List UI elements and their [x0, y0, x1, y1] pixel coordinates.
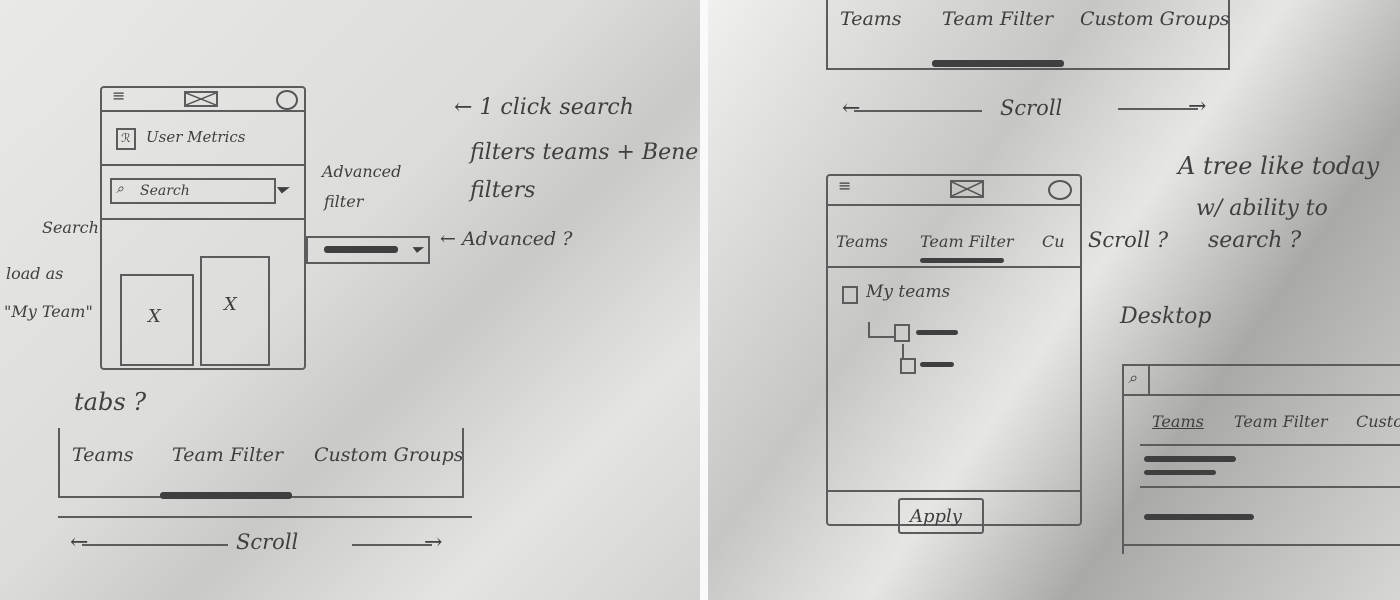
logo-placeholder-icon: [184, 91, 218, 107]
search-icon: ⌕: [116, 181, 124, 197]
profile-avatar-icon[interactable]: [276, 90, 298, 110]
advanced-filter-note: filter: [324, 192, 364, 211]
search-input-divider: [1148, 366, 1150, 394]
desktop-list-item: [1144, 456, 1236, 462]
my-teams-label: My teams: [866, 282, 951, 302]
tab-custom-groups[interactable]: Custom Groups: [314, 444, 464, 466]
scroll-arrow-left-line: [82, 544, 228, 546]
user-metrics-label: User Metrics: [146, 128, 246, 146]
tab-teams[interactable]: Teams: [72, 444, 134, 466]
tree-node-checkbox[interactable]: [900, 358, 916, 374]
tree-note: w/ ability to: [1196, 196, 1328, 221]
scroll-right-arrow-icon: →: [424, 530, 443, 555]
search-row-divider: [102, 218, 304, 220]
advanced-filter-funnel-icon[interactable]: ⏷: [410, 240, 423, 260]
load-as-note: "My Team": [4, 302, 93, 321]
desktop-list-item: [1144, 470, 1216, 475]
phone-footer-divider: [828, 490, 1080, 492]
hamburger-menu-icon[interactable]: ≡: [838, 176, 851, 195]
one-click-search-note: filters: [470, 178, 536, 203]
phone-header-divider: [828, 204, 1080, 206]
tabs-strip-top: Teams Team Filter Custom Groups: [826, 0, 1230, 70]
scroll-arrow-right-line: [1118, 108, 1198, 110]
desktop-search-input[interactable]: ⌕: [1124, 366, 1400, 396]
search-icon: ⌕: [1128, 368, 1137, 387]
tab-team-filter[interactable]: Team Filter: [1234, 412, 1328, 431]
scroll-left-arrow-icon: ←: [70, 530, 89, 555]
tab-custom-groups[interactable]: Cu: [1042, 232, 1065, 251]
filter-funnel-icon[interactable]: ⏷: [274, 180, 288, 201]
search-placeholder: Search: [140, 183, 190, 199]
apply-label: Apply: [910, 506, 962, 527]
one-click-search-note: filters teams + Bene: [470, 140, 699, 165]
tree-node-label: [916, 330, 958, 335]
desktop-note: Desktop: [1120, 304, 1212, 329]
one-click-search-note: ← 1 click search: [454, 95, 634, 120]
active-tab-indicator: [932, 60, 1064, 67]
desktop-tabs-divider: [1140, 444, 1400, 446]
tabs-question-note: tabs ?: [74, 388, 147, 416]
logo-placeholder-icon: [950, 180, 984, 198]
advanced-search-text: [324, 246, 398, 253]
user-icon: ℛ: [116, 128, 136, 150]
tab-custom-groups[interactable]: Custom Groups: [1080, 8, 1230, 30]
phone-wireframe: ≡ ℛ User Metrics ⌕ Search ⏷ X X: [100, 86, 306, 370]
tabs-strip: Teams Team Filter Custom Groups: [58, 428, 464, 499]
desktop-list-item: [1144, 514, 1254, 520]
team-tile[interactable]: X: [120, 274, 194, 366]
scroll-arrow-left-line: [854, 110, 982, 112]
apply-button[interactable]: Apply: [898, 498, 984, 534]
tab-custom-groups[interactable]: Custo: [1356, 412, 1400, 431]
hamburger-menu-icon[interactable]: ≡: [112, 86, 125, 105]
scroll-left-arrow-icon: ←: [842, 96, 861, 121]
profile-avatar-icon[interactable]: [1048, 180, 1072, 200]
tab-team-filter[interactable]: Team Filter: [920, 232, 1014, 251]
active-tab-indicator: [160, 492, 292, 499]
tab-team-filter[interactable]: Team Filter: [172, 444, 283, 466]
tree-connector: [868, 336, 896, 338]
tree-note: search ?: [1208, 228, 1302, 253]
desktop-wireframe: ⌕ Teams Team Filter Custo: [1122, 364, 1400, 554]
tab-teams[interactable]: Teams: [836, 232, 888, 251]
advanced-search-input[interactable]: ⏷: [306, 236, 430, 264]
advanced-filter-note: Advanced: [322, 162, 402, 181]
user-row-divider: [102, 164, 304, 166]
scroll-note: Scroll: [1000, 96, 1063, 120]
team-tile[interactable]: X: [200, 256, 270, 366]
tile-mark: X: [224, 294, 237, 315]
left-sketch-sheet: ≡ ℛ User Metrics ⌕ Search ⏷ X X ← 1 clic…: [0, 0, 700, 600]
search-input[interactable]: ⌕ Search: [110, 178, 276, 204]
scroll-right-arrow-icon: →: [1188, 94, 1207, 119]
search-arrow-note: Search: [42, 218, 99, 237]
phone-wireframe: ≡ Teams Team Filter Cu My teams: [826, 174, 1082, 526]
tabs-strip-bottom-line: [58, 516, 472, 518]
tree-node-label: [920, 362, 954, 367]
tree-node-checkbox[interactable]: [894, 324, 910, 342]
advanced-question-note: ← Advanced ?: [440, 228, 573, 250]
desktop-row-divider: [1124, 544, 1400, 546]
active-tab-indicator: [920, 258, 1004, 263]
load-as-note: load as: [6, 264, 64, 283]
desktop-row-divider: [1140, 486, 1400, 488]
tile-mark: X: [148, 306, 161, 327]
tab-team-filter[interactable]: Team Filter: [942, 8, 1053, 30]
sheet-gap: [700, 0, 708, 600]
scroll-note: Scroll: [236, 530, 299, 554]
phone-tabs-divider: [828, 266, 1080, 268]
tab-teams[interactable]: Teams: [1152, 412, 1204, 431]
scroll-question-note: Scroll ?: [1088, 228, 1169, 252]
right-sketch-sheet: Teams Team Filter Custom Groups ← Scroll…: [708, 0, 1400, 600]
phone-header-divider: [102, 110, 304, 112]
tab-teams[interactable]: Teams: [840, 8, 902, 30]
my-teams-checkbox[interactable]: [842, 286, 858, 304]
tree-note: A tree like today: [1178, 152, 1380, 180]
scroll-arrow-right-line: [352, 544, 432, 546]
